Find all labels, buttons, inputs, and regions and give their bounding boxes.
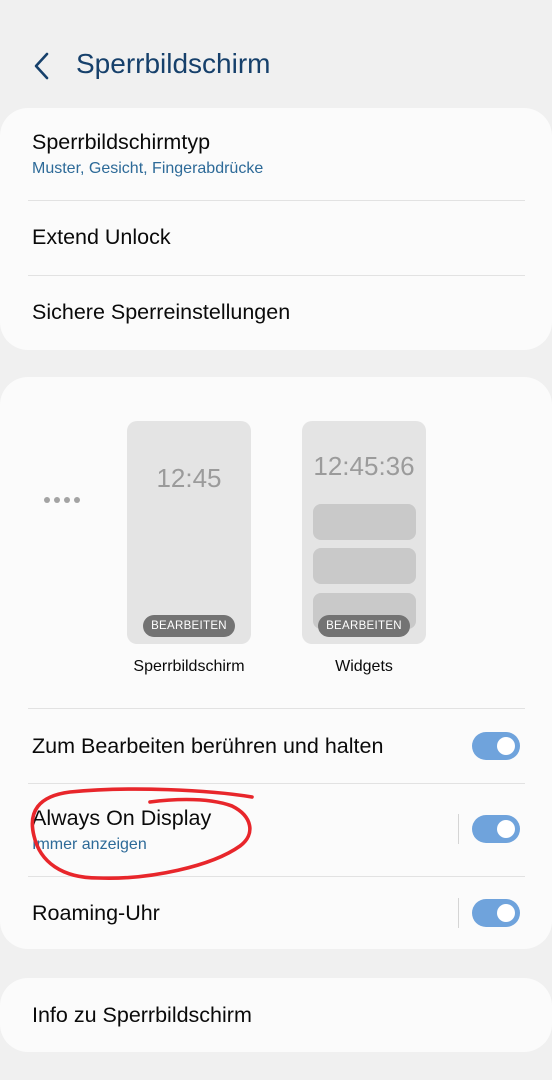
- lock-screen-preview-label: Sperrbildschirm: [133, 658, 245, 675]
- lock-screen-type-item[interactable]: Sperrbildschirmtyp Muster, Gesicht, Fing…: [0, 108, 552, 200]
- security-settings-card: Sperrbildschirmtyp Muster, Gesicht, Fing…: [0, 108, 552, 350]
- lock-screen-info-title: Info zu Sperrbildschirm: [32, 1003, 252, 1027]
- lock-screen-preview[interactable]: 12:45 BEARBEITEN: [127, 421, 251, 644]
- widget-placeholder: [313, 548, 416, 584]
- widgets-preview-label: Widgets: [335, 658, 393, 675]
- widget-placeholder: [313, 504, 416, 540]
- lock-screen-info-item[interactable]: Info zu Sperrbildschirm: [0, 978, 552, 1052]
- always-on-display-title: Always On Display: [32, 806, 212, 830]
- always-on-display-item[interactable]: Always On Display Immer anzeigen: [0, 784, 552, 876]
- chevron-left-icon: [34, 52, 49, 80]
- roaming-clock-toggle[interactable]: [472, 899, 520, 927]
- dot: [54, 497, 60, 503]
- touch-hold-edit-item[interactable]: Zum Bearbeiten berühren und halten: [0, 709, 552, 783]
- secure-lock-settings-item[interactable]: Sichere Sperreinstellungen: [0, 276, 552, 350]
- widgets-preview[interactable]: 12:45:36 BEARBEITEN: [302, 421, 426, 644]
- always-on-display-toggle[interactable]: [472, 815, 520, 843]
- edit-badge[interactable]: BEARBEITEN: [143, 615, 235, 637]
- touch-hold-edit-toggle[interactable]: [472, 732, 520, 760]
- app-header: Sperrbildschirm: [0, 0, 552, 108]
- dot: [74, 497, 80, 503]
- extend-unlock-title: Extend Unlock: [32, 225, 171, 249]
- preview-clock: 12:45: [156, 463, 222, 493]
- back-button[interactable]: [22, 44, 62, 88]
- toggle-knob: [497, 904, 515, 922]
- roaming-clock-title: Roaming-Uhr: [32, 901, 160, 925]
- info-card: Info zu Sperrbildschirm: [0, 978, 552, 1052]
- toggle-knob: [497, 737, 515, 755]
- pattern-dots: [44, 497, 80, 503]
- extend-unlock-item[interactable]: Extend Unlock: [0, 201, 552, 275]
- secure-lock-settings-title: Sichere Sperreinstellungen: [32, 300, 291, 324]
- dot: [64, 497, 70, 503]
- lock-screen-type-subtitle: Muster, Gesicht, Fingerabdrücke: [32, 160, 264, 177]
- always-on-display-subtitle: Immer anzeigen: [32, 836, 147, 853]
- touch-hold-edit-title: Zum Bearbeiten berühren und halten: [32, 734, 384, 758]
- toggle-knob: [497, 820, 515, 838]
- vertical-separator: [458, 898, 459, 928]
- preview-clock: 12:45:36: [313, 451, 415, 481]
- page-title: Sperrbildschirm: [76, 48, 271, 79]
- dot: [44, 497, 50, 503]
- vertical-separator: [458, 814, 459, 844]
- edit-badge[interactable]: BEARBEITEN: [318, 615, 410, 637]
- roaming-clock-item[interactable]: Roaming-Uhr: [0, 877, 552, 949]
- lock-screen-type-title: Sperrbildschirmtyp: [32, 130, 211, 154]
